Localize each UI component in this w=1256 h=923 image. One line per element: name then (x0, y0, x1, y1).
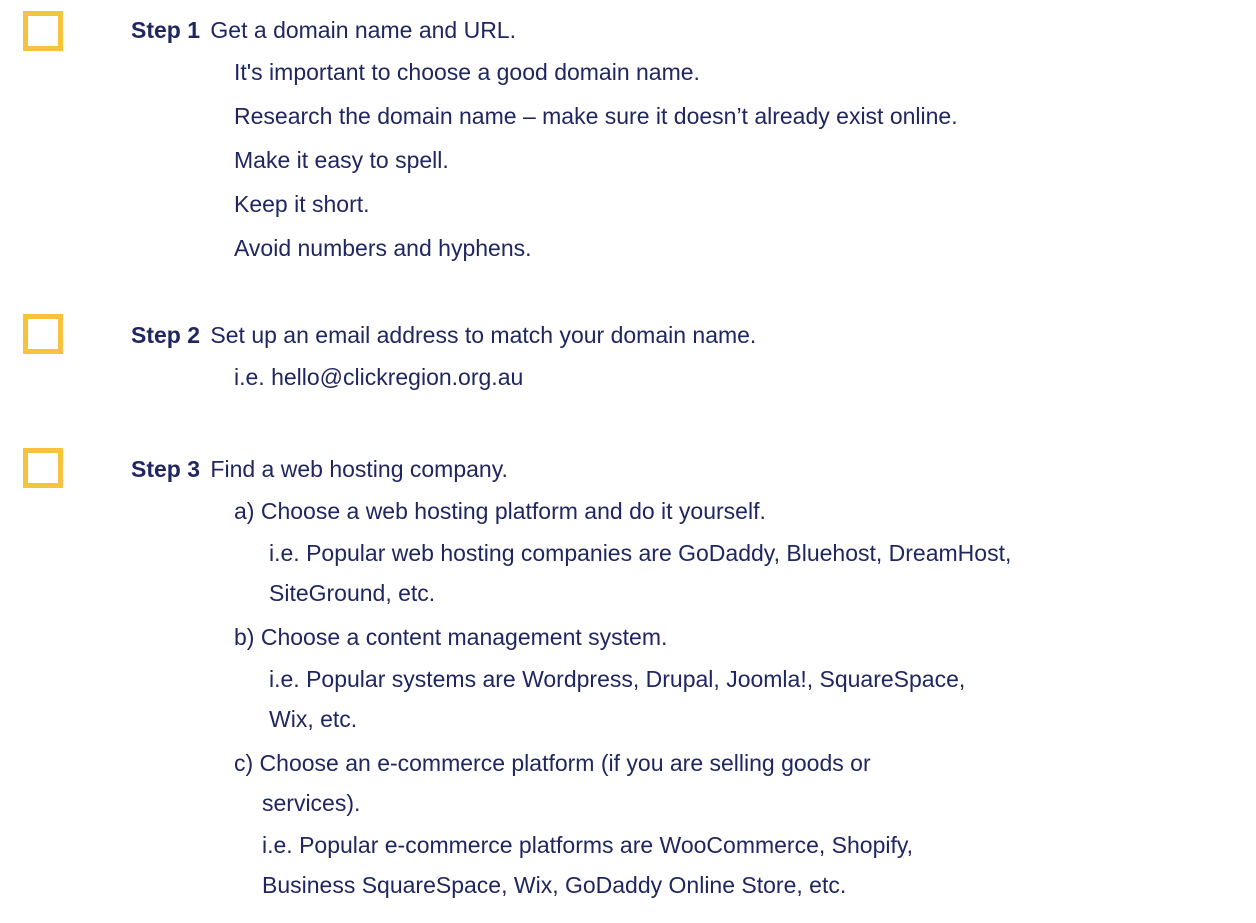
step-2-title: Set up an email address to match your do… (210, 322, 757, 348)
step-3-option-b-detail-1: i.e. Popular systems are Wordpress, Drup… (269, 666, 966, 692)
step-3-option-c-line-1: c) Choose an e-commerce platform (if you… (234, 750, 871, 776)
step-3-checkbox[interactable] (23, 448, 63, 488)
step-1-title: Get a domain name and URL. (210, 17, 516, 43)
step-3-heading: Step 3 Find a web hosting company. (131, 454, 508, 484)
step-1-line-4: Keep it short. (234, 191, 370, 217)
step-3-option-c-line-2: services). (262, 790, 361, 816)
step-1-line-3: Make it easy to spell. (234, 147, 449, 173)
step-2-label: Step 2 (131, 322, 201, 348)
step-3-option-b-detail-2: Wix, etc. (269, 706, 358, 732)
step-2-line-1: i.e. hello@clickregion.org.au (234, 364, 524, 390)
step-1-label: Step 1 (131, 17, 201, 43)
step-1-line-1: It's important to choose a good domain n… (234, 59, 700, 85)
step-3-option-c-detail-2: Business SquareSpace, Wix, GoDaddy Onlin… (262, 872, 847, 898)
step-1-checkbox[interactable] (23, 11, 63, 51)
step-3-option-b: b) Choose a content management system. (234, 624, 668, 650)
step-2-heading: Step 2 Set up an email address to match … (131, 320, 756, 350)
step-3-option-a-detail-2: SiteGround, etc. (269, 580, 436, 606)
step-3-option-a: a) Choose a web hosting platform and do … (234, 498, 766, 524)
step-1-heading: Step 1 Get a domain name and URL. (131, 15, 516, 45)
step-3-option-a-detail-1: i.e. Popular web hosting companies are G… (269, 540, 1012, 566)
step-3-option-c-detail-1: i.e. Popular e-commerce platforms are Wo… (262, 832, 914, 858)
step-3-label: Step 3 (131, 456, 201, 482)
step-1-line-2: Research the domain name – make sure it … (234, 103, 958, 129)
step-1-line-5: Avoid numbers and hyphens. (234, 235, 532, 261)
step-3-title: Find a web hosting company. (210, 456, 508, 482)
step-2-checkbox[interactable] (23, 314, 63, 354)
